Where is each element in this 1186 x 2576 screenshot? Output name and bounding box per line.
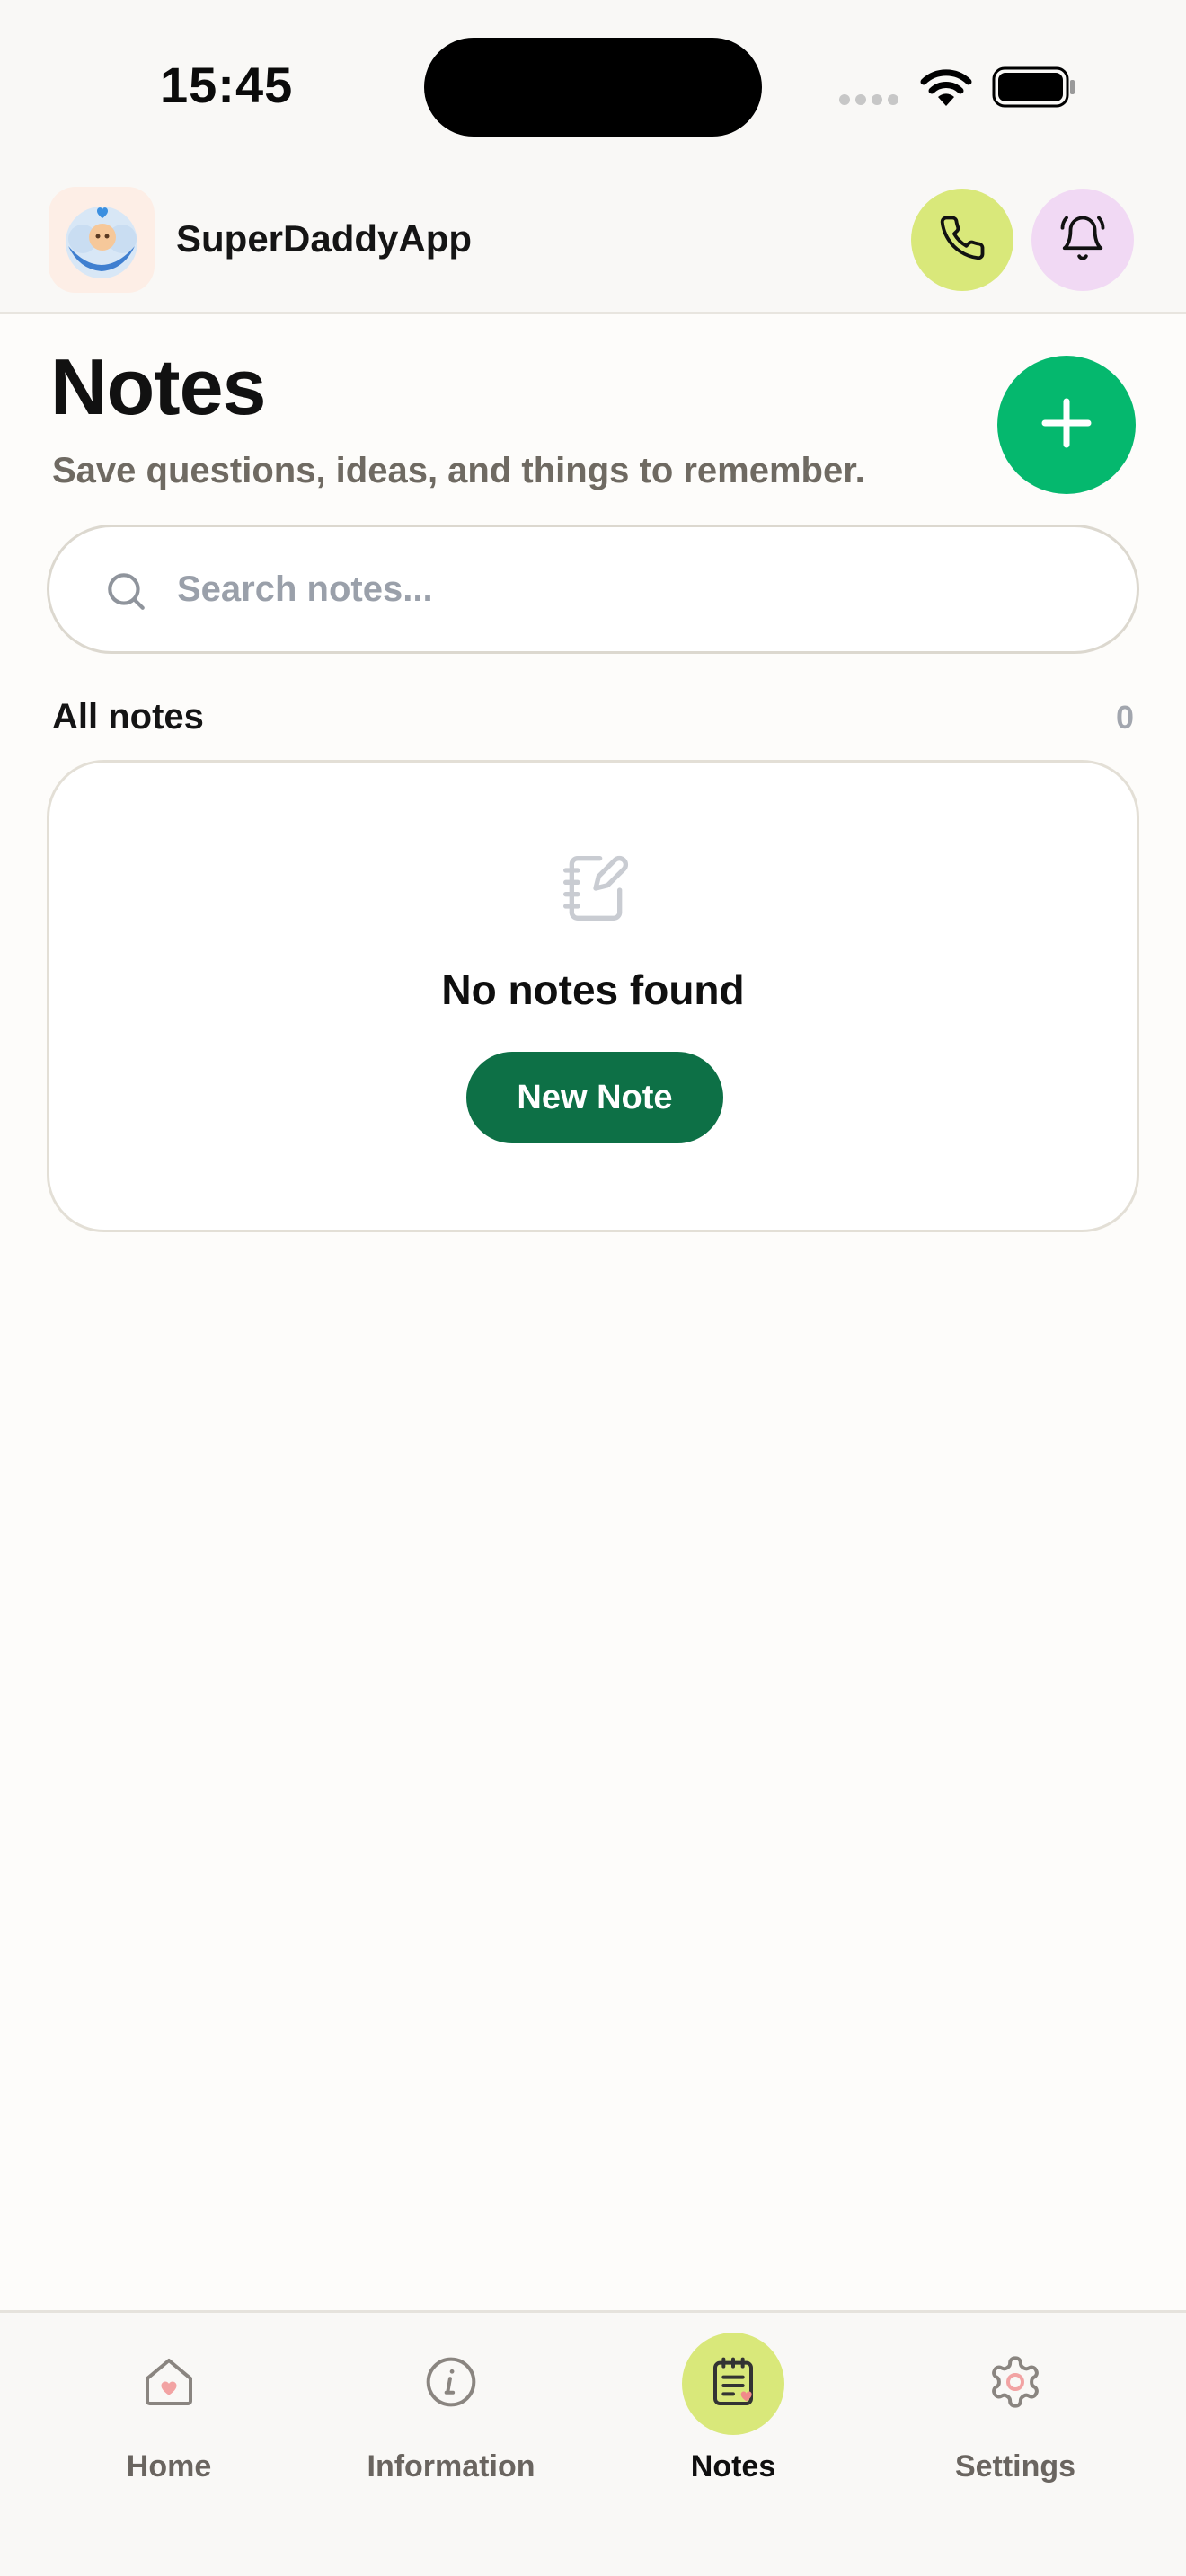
info-icon	[422, 2353, 480, 2415]
notes-screen: 15:45 SuperDaddyApp Notes Save questions…	[0, 0, 1186, 2576]
search-bar	[47, 525, 1139, 654]
nav-label-information: Information	[367, 2449, 535, 2483]
bottom-nav: Home Information Notes Settings	[0, 2310, 1186, 2576]
plus-icon	[1038, 394, 1095, 456]
dynamic-island	[424, 38, 762, 137]
nav-item-notes[interactable]: Notes	[625, 2333, 841, 2512]
phone-icon	[938, 214, 987, 267]
battery-icon	[992, 66, 1076, 112]
nav-item-settings[interactable]: Settings	[907, 2333, 1123, 2512]
notebook-edit-icon	[560, 852, 632, 929]
notes-count: 0	[1115, 699, 1134, 736]
page-subtitle: Save questions, ideas, and things to rem…	[52, 451, 865, 490]
nav-label-home: Home	[126, 2449, 212, 2483]
app-header: SuperDaddyApp	[0, 171, 1186, 314]
bell-icon	[1058, 214, 1107, 267]
home-heart-icon	[140, 2353, 198, 2415]
notifications-button[interactable]	[1031, 189, 1134, 291]
status-time: 15:45	[160, 57, 294, 113]
search-icon	[103, 569, 148, 618]
section-title: All notes	[52, 697, 204, 737]
status-bar: 15:45	[0, 0, 1186, 171]
nav-label-notes: Notes	[690, 2449, 776, 2483]
call-button[interactable]	[911, 189, 1013, 291]
empty-state-card: No notes found New Note	[47, 760, 1139, 1232]
wifi-icon	[918, 66, 974, 114]
nav-item-home[interactable]: Home	[61, 2333, 277, 2512]
cellular-signal-icon	[839, 93, 904, 110]
empty-state-title: No notes found	[441, 966, 745, 1013]
gear-icon	[987, 2353, 1044, 2415]
nav-item-information[interactable]: Information	[343, 2333, 559, 2512]
page-title: Notes	[50, 342, 266, 431]
nav-label-settings: Settings	[954, 2449, 1076, 2483]
notes-icon	[704, 2353, 762, 2415]
app-name: SuperDaddyApp	[176, 217, 473, 260]
app-logo	[49, 187, 155, 293]
search-input[interactable]	[177, 527, 1093, 651]
new-note-button[interactable]: New Note	[466, 1052, 723, 1143]
add-note-button[interactable]	[997, 356, 1136, 494]
